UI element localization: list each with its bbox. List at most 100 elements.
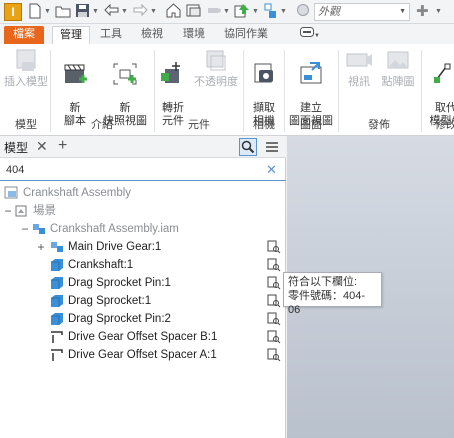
insert-model-icon	[16, 49, 36, 71]
design-doctor-icon[interactable]	[206, 3, 222, 21]
ribbon-separator	[50, 50, 51, 132]
insert-model-label: 插入模型	[4, 76, 48, 88]
open-folder-icon[interactable]	[55, 3, 71, 21]
group-label-storyboard: 介紹	[91, 119, 113, 131]
opacity-label: 不透明度	[194, 76, 238, 88]
raster-label: 點陣圖	[381, 76, 415, 88]
update-icon[interactable]	[234, 3, 250, 21]
tree-node-assembly-file[interactable]: Crankshaft Assembly.iam	[31, 220, 179, 238]
tree-node-main-drive-gear[interactable]: Main Drive Gear:1	[49, 238, 161, 256]
tab-collaborate[interactable]: 協同作業	[217, 26, 275, 44]
tree-node-offset-spacer-a[interactable]: Drive Gear Offset Spacer A:1	[49, 346, 217, 364]
chevron-down-icon[interactable]: ▼	[150, 4, 157, 20]
tree-node-label: Crankshaft:1	[68, 259, 134, 271]
tab-environments[interactable]: 環境	[175, 26, 213, 44]
group-label-component: 元件	[188, 119, 210, 131]
video-label: 視訊	[348, 76, 370, 88]
new-snapshot-view-button[interactable]: 新 快照視圖	[98, 48, 152, 128]
tree-node-label: Drive Gear Offset Spacer B:1	[68, 331, 218, 343]
tooltip-detail: 零件號碼：404-06	[288, 290, 366, 316]
chevron-down-icon[interactable]: ▼	[223, 4, 230, 20]
model-browser: 模型 ✕ + ✕ Crankshaft Assembly − 場景 − Cran…	[0, 136, 286, 438]
ribbon-separator	[154, 50, 155, 132]
tree-node-offset-spacer-b[interactable]: Drive Gear Offset Spacer B:1	[49, 328, 217, 346]
search-match-tooltip: 符合以下欄位: 零件號碼：404-06	[283, 272, 382, 316]
replace-model-icon	[434, 63, 451, 83]
tree-node-label: Drive Gear Offset Spacer A:1	[68, 349, 217, 361]
group-label-model: 模型	[15, 119, 37, 131]
chevron-down-icon[interactable]: ▼	[252, 4, 259, 20]
snapshot-view-icon	[113, 63, 137, 85]
chevron-down-icon[interactable]: ▼	[280, 4, 287, 20]
search-icon[interactable]	[239, 138, 257, 156]
tree-node-drag-sprocket[interactable]: Drag Sprocket:1	[49, 292, 151, 310]
opacity-button[interactable]: 不透明度	[192, 48, 240, 89]
collapse-toggle-icon[interactable]: −	[3, 202, 13, 220]
chevron-down-icon[interactable]: ▼	[435, 4, 442, 20]
ribbon-panel: 插入模型 新 腳本 新 快照視圖 介紹 模型 轉折 元件 不透明度 元件 擷取 …	[0, 44, 454, 136]
panel-toggle-button[interactable]: ▼	[299, 26, 321, 44]
part-icon	[51, 258, 63, 271]
capture-camera-button[interactable]: 擷取 相機	[246, 48, 282, 128]
appearance-select[interactable]: 外觀 ▼	[314, 3, 410, 21]
chevron-down-icon[interactable]: ▼	[121, 4, 128, 20]
part-icon	[51, 312, 63, 325]
quick-access-toolbar: I ▼ ▼ ▼ ▼ ▼ ▼ ▼ 外觀 ▼ ✚ ▼	[0, 0, 454, 24]
tab-file[interactable]: 檔案	[4, 26, 44, 44]
new-storyboard-button[interactable]: 新 腳本	[54, 48, 96, 128]
insert-model-button[interactable]: 插入模型	[2, 48, 50, 89]
search-match-icon	[267, 258, 281, 272]
tree-node-label: Crankshaft Assembly.iam	[50, 223, 179, 235]
tree-node-label: Main Drive Gear:1	[68, 241, 162, 253]
part-icon	[51, 276, 63, 289]
group-label-modify: 修改	[435, 119, 454, 131]
close-icon[interactable]: ✕	[36, 138, 48, 155]
expand-toggle-icon[interactable]: +	[36, 238, 46, 256]
tab-view[interactable]: 檢視	[133, 26, 171, 44]
collapse-toggle-icon[interactable]: −	[20, 220, 30, 238]
tree-node-crankshaft[interactable]: Crankshaft:1	[49, 256, 133, 274]
hamburger-menu-icon[interactable]	[263, 138, 281, 156]
app-logo[interactable]: I	[4, 3, 22, 21]
opacity-icon	[206, 50, 226, 71]
search-input[interactable]	[6, 161, 256, 179]
raster-image-icon	[387, 51, 409, 69]
search-match-icon	[267, 240, 281, 254]
projects-icon[interactable]	[186, 3, 202, 21]
ribbon-separator	[338, 50, 339, 132]
tab-manage[interactable]: 管理	[52, 26, 90, 44]
tweak-components-button[interactable]: 轉折 元件	[156, 48, 190, 128]
undo-icon[interactable]	[104, 3, 120, 21]
sheet-metal-part-icon	[51, 349, 63, 361]
add-tab-icon[interactable]: +	[58, 137, 67, 155]
tree-node-scene[interactable]: 場景	[14, 202, 56, 220]
create-drawing-view-button[interactable]: 建立 圖面視圖	[286, 48, 336, 128]
tree-node-drag-sprocket-pin-1[interactable]: Drag Sprocket Pin:1	[49, 274, 171, 292]
group-label-publish: 發佈	[368, 119, 390, 131]
browser-search-bar: ✕	[0, 159, 286, 181]
tree-node-drag-sprocket-pin-2[interactable]: Drag Sprocket Pin:2	[49, 310, 171, 328]
chevron-down-icon[interactable]: ▼	[92, 4, 99, 20]
group-label-drawing: 圖面	[300, 119, 322, 131]
select-filter-icon[interactable]	[264, 3, 278, 21]
home-icon[interactable]	[166, 3, 181, 21]
replace-model-reference-button[interactable]: 取代 模型參	[422, 48, 454, 128]
new-file-icon[interactable]	[28, 3, 42, 21]
tree-node-root[interactable]: Crankshaft Assembly	[4, 184, 131, 202]
ribbon-separator	[243, 50, 244, 132]
tooltip-heading: 符合以下欄位:	[288, 276, 358, 288]
scene-icon	[15, 205, 27, 217]
clear-search-icon[interactable]: ✕	[266, 162, 277, 178]
ribbon-separator	[284, 50, 285, 132]
redo-icon[interactable]	[132, 3, 148, 21]
raster-button[interactable]: 點陣圖	[378, 48, 418, 89]
chevron-down-icon[interactable]: ▼	[44, 4, 51, 20]
ribbon-tab-bar: 檔案 管理 工具 檢視 環境 協同作業 ▼	[0, 24, 454, 44]
tab-tools[interactable]: 工具	[92, 26, 130, 44]
tab-model[interactable]: 模型	[4, 139, 28, 156]
save-icon[interactable]	[75, 3, 90, 21]
video-button[interactable]: 視訊	[340, 48, 378, 89]
tree-node-label: Drag Sprocket Pin:2	[68, 313, 171, 325]
plus-icon[interactable]: ✚	[416, 3, 429, 21]
browser-header: 模型 ✕ +	[0, 136, 286, 158]
